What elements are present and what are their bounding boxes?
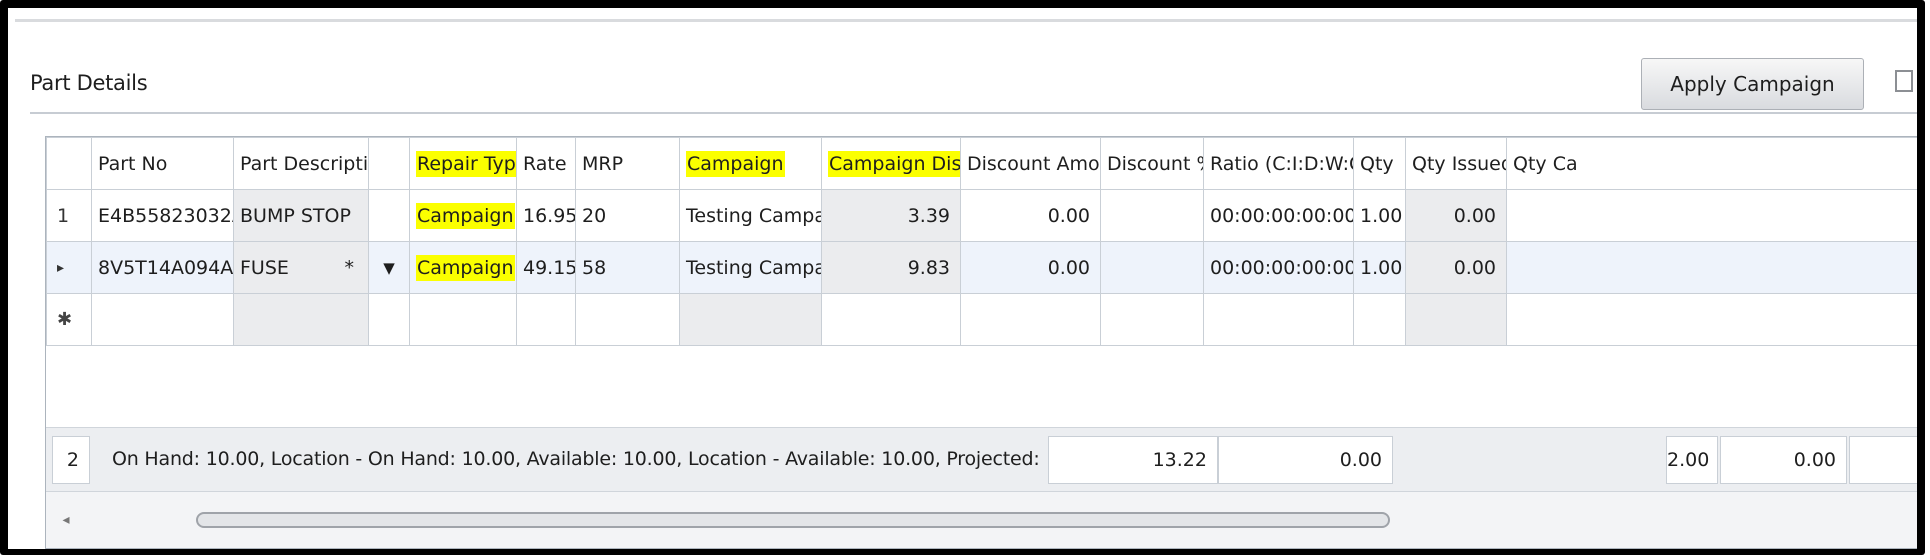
column-header-repair-type[interactable]: Repair Type	[409, 137, 517, 190]
cell-rate[interactable]: 16.95	[516, 189, 576, 242]
window-frame: Part Details Apply Campaign Part No Part…	[0, 0, 1925, 555]
cell-repair-type[interactable]: Campaign	[409, 241, 517, 294]
column-header-qty[interactable]: Qty	[1353, 137, 1406, 190]
footer-campaign-discount-total: 13.22	[1048, 436, 1218, 484]
highlight: Repair Type	[416, 150, 516, 177]
scrollbar-thumb[interactable]	[196, 512, 1390, 528]
cell-discount-amount[interactable]: 0.00	[960, 189, 1101, 242]
footer-discount-amount-total: 0.00	[1218, 436, 1393, 484]
cell-campaign-discount[interactable]: 9.83	[821, 241, 961, 294]
cell-campaign-discount[interactable]: 3.39	[821, 189, 961, 242]
current-row-marker[interactable]: ▸	[46, 241, 92, 294]
row-header-column	[46, 137, 92, 190]
cell-mrp[interactable]: 20	[575, 189, 680, 242]
column-header-mrp[interactable]: MRP	[575, 137, 680, 190]
section-title: Part Details	[30, 71, 148, 95]
column-header-ratio[interactable]: Ratio (C:I:D:W:O)	[1203, 137, 1354, 190]
checkbox[interactable]	[1895, 70, 1913, 92]
footer-qty-total: 2.00	[1666, 436, 1718, 484]
cell-discount-pct[interactable]	[1100, 189, 1204, 242]
description-text: FUSE	[240, 256, 289, 279]
parts-table: Part No Part Description Repair Type Rat…	[46, 137, 1917, 346]
cell-rate[interactable]: 49.15	[516, 241, 576, 294]
cell-part-no[interactable]: E4B55823032AA	[91, 189, 234, 242]
cell-ratio[interactable]	[1203, 293, 1354, 346]
cell-mrp[interactable]	[575, 293, 680, 346]
cell-qty-cancelled[interactable]	[1506, 241, 1917, 294]
cell-part-description[interactable]	[233, 293, 369, 346]
cell-campaign[interactable]	[679, 293, 822, 346]
cell-discount-amount[interactable]	[960, 293, 1101, 346]
cell-qty-cancelled[interactable]	[1506, 293, 1917, 346]
horizontal-scrollbar[interactable]: ◂	[46, 491, 1917, 548]
cell-discount-pct[interactable]	[1100, 241, 1204, 294]
cell-part-description[interactable]: BUMP STOP	[233, 189, 369, 242]
cell-part-description[interactable]: FUSE *	[233, 241, 369, 294]
parts-grid: Part No Part Description Repair Type Rat…	[45, 136, 1917, 549]
cell-rate[interactable]	[516, 293, 576, 346]
apply-campaign-button[interactable]: Apply Campaign	[1641, 58, 1864, 110]
cell-qty[interactable]: 1.00	[1353, 189, 1406, 242]
cell-ratio[interactable]: 00:00:00:00:00	[1203, 189, 1354, 242]
column-header-discount-pct[interactable]: Discount %	[1100, 137, 1204, 190]
column-header-part-no[interactable]: Part No	[91, 137, 234, 190]
cell-discount-amount[interactable]: 0.00	[960, 241, 1101, 294]
cell-qty-cancelled[interactable]	[1506, 189, 1917, 242]
highlight: Campaign Discount	[828, 150, 960, 177]
header-row: Part No Part Description Repair Type Rat…	[46, 137, 1917, 190]
footer-qty-issued-total: 0.00	[1720, 436, 1847, 484]
cell-part-no[interactable]	[91, 293, 234, 346]
column-header-qty-issued[interactable]: Qty Issued	[1405, 137, 1507, 190]
modified-marker: *	[344, 256, 355, 279]
cell-repair-type[interactable]: Campaign	[409, 189, 517, 242]
cell-dropdown[interactable]	[368, 189, 410, 242]
new-row[interactable]: ✱	[46, 293, 1917, 346]
table-row[interactable]: 1 E4B55823032AA BUMP STOP Campaign 16.95…	[46, 189, 1917, 242]
stock-status-text: On Hand: 10.00, Location - On Hand: 10.0…	[112, 448, 1042, 470]
column-header-dropdown	[368, 137, 410, 190]
row-header[interactable]: 1	[46, 189, 92, 242]
column-header-campaign-discount[interactable]: Campaign Discount	[821, 137, 961, 190]
cell-campaign[interactable]: Testing Campaign	[679, 189, 822, 242]
column-header-qty-cancelled[interactable]: Qty Ca	[1506, 137, 1917, 190]
highlight: Campaign	[416, 254, 515, 281]
cell-repair-type[interactable]	[409, 293, 517, 346]
cell-qty-issued[interactable]	[1405, 293, 1507, 346]
top-divider	[15, 19, 1917, 22]
cell-qty[interactable]	[1353, 293, 1406, 346]
cell-dropdown[interactable]	[368, 293, 410, 346]
section-divider	[30, 112, 1917, 114]
column-header-rate[interactable]: Rate	[516, 137, 576, 190]
grid-footer: 2 On Hand: 10.00, Location - On Hand: 10…	[46, 427, 1917, 493]
highlight: Campaign	[686, 150, 785, 177]
cell-qty-issued[interactable]: 0.00	[1405, 189, 1507, 242]
cell-campaign[interactable]: Testing Campaign	[679, 241, 822, 294]
cell-part-no[interactable]: 8V5T14A094AA	[91, 241, 234, 294]
cell-campaign-discount[interactable]	[821, 293, 961, 346]
column-header-discount-amount[interactable]: Discount Amount	[960, 137, 1101, 190]
dropdown-arrow-icon[interactable]: ▼	[368, 241, 410, 294]
part-details-panel: Part Details Apply Campaign Part No Part…	[8, 8, 1917, 549]
table-row[interactable]: ▸ 8V5T14A094AA FUSE * ▼ Campaign 49.15 58…	[46, 241, 1917, 294]
cell-ratio[interactable]: 00:00:00:00:00	[1203, 241, 1354, 294]
footer-qty-cancelled-total	[1849, 436, 1917, 484]
highlight: Campaign	[416, 202, 515, 229]
cell-qty[interactable]: 1.00	[1353, 241, 1406, 294]
new-row-marker[interactable]: ✱	[46, 293, 92, 346]
column-header-part-description[interactable]: Part Description	[233, 137, 369, 190]
scroll-left-arrow-icon[interactable]: ◂	[46, 492, 86, 548]
cell-mrp[interactable]: 58	[575, 241, 680, 294]
cell-discount-pct[interactable]	[1100, 293, 1204, 346]
cell-qty-issued[interactable]: 0.00	[1405, 241, 1507, 294]
footer-row-count: 2	[52, 436, 90, 484]
column-header-campaign[interactable]: Campaign	[679, 137, 822, 190]
